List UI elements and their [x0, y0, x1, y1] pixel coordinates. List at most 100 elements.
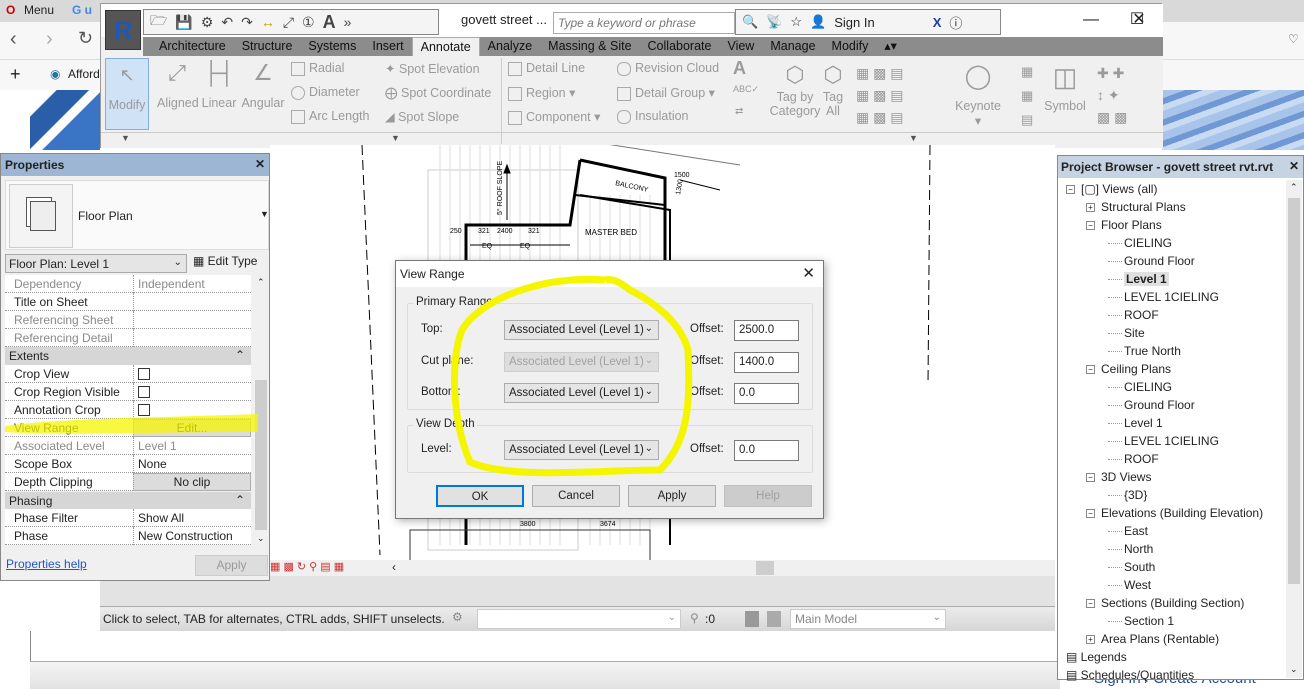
- view-depth-level-select[interactable]: Associated Level (Level 1) ⌄: [504, 440, 659, 460]
- sync-icon[interactable]: ⚙: [201, 14, 214, 31]
- add-icon[interactable]: +: [10, 64, 21, 85]
- tree-item[interactable]: Site: [1108, 326, 1145, 340]
- collapse-icon[interactable]: −: [1086, 365, 1095, 375]
- edit-type-button[interactable]: ▦ Edit Type: [193, 254, 257, 268]
- bottom-offset-input[interactable]: 0.0: [734, 383, 799, 404]
- tree-item[interactable]: − Ceiling Plans: [1086, 362, 1171, 376]
- help-icon[interactable]: ⓘ: [949, 13, 962, 32]
- binoculars-icon[interactable]: 🔍: [742, 14, 758, 30]
- star-icon[interactable]: ☆: [790, 14, 802, 30]
- bookmark-item[interactable]: Afford: [68, 67, 100, 81]
- browser-tab-menu[interactable]: Menu: [24, 3, 54, 17]
- tag-by-category-button[interactable]: ⬡ Tag by Category: [767, 62, 823, 118]
- diameter-button[interactable]: Diameter: [291, 85, 360, 100]
- properties-help-link[interactable]: Properties help: [6, 557, 87, 571]
- tree-item[interactable]: CIELING: [1108, 380, 1172, 394]
- tree-item[interactable]: Level 1: [1108, 416, 1163, 430]
- spelling-icon[interactable]: ABC✓: [733, 84, 759, 95]
- tree-item[interactable]: − Elevations (Building Elevation): [1086, 506, 1263, 520]
- type-selector[interactable]: Floor Plan ▼: [5, 180, 269, 250]
- ribbon-minimize-icon[interactable]: ▴▾: [876, 37, 905, 56]
- tree-item[interactable]: East: [1108, 524, 1148, 538]
- text-icon[interactable]: A: [323, 12, 336, 33]
- apply-button[interactable]: Apply: [628, 485, 716, 507]
- arc-length-button[interactable]: Arc Length: [291, 109, 369, 124]
- tree-item[interactable]: South: [1108, 560, 1155, 574]
- tab-manage[interactable]: Manage: [762, 37, 823, 56]
- tree-item[interactable]: ▤ Legends: [1066, 650, 1127, 664]
- tree-item[interactable]: CIELING: [1108, 236, 1172, 250]
- heart-icon[interactable]: ♡: [1288, 32, 1299, 46]
- open-icon[interactable]: 🗁: [150, 10, 167, 34]
- section-extents[interactable]: Extents ⌃: [5, 347, 251, 365]
- close-icon[interactable]: ✕: [255, 157, 265, 171]
- spot-slope-button[interactable]: ◢ Spot Slope: [385, 109, 459, 124]
- tree-item[interactable]: {3D}: [1108, 488, 1147, 502]
- reload-icon[interactable]: ↻: [78, 28, 93, 49]
- color-fill-icons[interactable]: ▦ ▦ ▤: [1021, 60, 1033, 132]
- filter-icon[interactable]: ⚲: [690, 611, 699, 625]
- tree-item[interactable]: − Floor Plans: [1086, 218, 1162, 232]
- top-offset-input[interactable]: 2500.0: [734, 320, 799, 341]
- radial-button[interactable]: Radial: [291, 61, 344, 76]
- tree-item[interactable]: − Sections (Building Section): [1086, 596, 1244, 610]
- tree-item[interactable]: West: [1108, 578, 1151, 592]
- collapse-icon[interactable]: −: [1086, 473, 1095, 483]
- back-icon[interactable]: ‹: [10, 28, 17, 51]
- tree-item[interactable]: −3D Views: [1086, 470, 1151, 484]
- tab-architecture[interactable]: Architecture: [151, 37, 234, 56]
- tree-item[interactable]: North: [1108, 542, 1153, 556]
- component-button[interactable]: Component ▾: [508, 109, 600, 125]
- tree-item[interactable]: Ground Floor: [1108, 254, 1195, 268]
- aligned-dimension-icon[interactable]: ⤢: [283, 14, 294, 31]
- scroll-left-icon[interactable]: ‹: [392, 560, 396, 574]
- panel-expander-icon[interactable]: ▼: [121, 133, 130, 143]
- sign-in-button[interactable]: Sign In: [834, 15, 874, 30]
- tab-massing-site[interactable]: Massing & Site: [540, 37, 639, 56]
- tree-item[interactable]: True North: [1108, 344, 1181, 358]
- panel-expander-icon[interactable]: ▼: [909, 133, 918, 143]
- region-button[interactable]: Region ▾: [508, 85, 575, 101]
- detail-group-button[interactable]: Detail Group ▾: [617, 85, 715, 101]
- exchange-apps-icon[interactable]: X: [933, 15, 942, 30]
- spot-coordinate-button[interactable]: ⨁ Spot Coordinate: [385, 85, 491, 100]
- aligned-button[interactable]: ⤢ Aligned: [157, 60, 199, 110]
- undo-icon[interactable]: ↶: [221, 14, 233, 31]
- tree-item[interactable]: LEVEL 1CIELING: [1108, 290, 1219, 304]
- linear-button[interactable]: ├┤ Linear: [201, 60, 237, 110]
- find-replace-icon[interactable]: ⇄: [735, 106, 743, 117]
- workset-select[interactable]: ⌄: [477, 609, 681, 629]
- editable-only-icon[interactable]: [745, 611, 759, 627]
- tab-modify[interactable]: Modify: [824, 37, 877, 56]
- tab-annotate[interactable]: Annotate: [411, 37, 480, 56]
- depth-clipping-button[interactable]: No clip: [133, 473, 251, 491]
- tree-item[interactable]: LEVEL 1CIELING: [1108, 434, 1219, 448]
- tab-structure[interactable]: Structure: [234, 37, 301, 56]
- application-menu-button[interactable]: R: [105, 10, 141, 50]
- revision-cloud-button[interactable]: Revision Cloud: [617, 61, 719, 76]
- tag-tools-icons[interactable]: ▦ ▩ ▤ ▦ ▩ ▤ ▦ ▩ ▤: [856, 62, 926, 128]
- tag-all-button[interactable]: ⬡ Tag All: [819, 62, 847, 118]
- tree-item[interactable]: Section 1: [1108, 614, 1174, 628]
- crop-region-visible-checkbox[interactable]: [138, 386, 150, 398]
- google-tab[interactable]: G u: [72, 3, 92, 17]
- view-depth-offset-input[interactable]: 0.0: [734, 440, 799, 461]
- design-option-select[interactable]: Main Model ⌄: [790, 609, 946, 629]
- tree-item[interactable]: + Structural Plans: [1086, 200, 1186, 214]
- expand-icon[interactable]: +: [1086, 635, 1095, 645]
- redo-icon[interactable]: ↷: [241, 14, 253, 31]
- insulation-button[interactable]: Insulation: [617, 109, 689, 124]
- save-icon[interactable]: 💾: [175, 14, 192, 31]
- collapse-icon[interactable]: −: [1086, 509, 1095, 519]
- view-range-edit-button[interactable]: Edit...: [133, 419, 251, 437]
- cancel-button[interactable]: Cancel: [532, 485, 620, 507]
- close-button[interactable]: ✕: [1117, 8, 1161, 34]
- tree-item[interactable]: Level 1: [1108, 272, 1169, 286]
- measure-icon[interactable]: ↔: [261, 14, 275, 30]
- instance-selector[interactable]: Floor Plan: Level 1 ⌄: [5, 254, 187, 273]
- symbol-tools-icons[interactable]: ✚ ✚ ↕ ✦ ▩ ▩: [1097, 62, 1127, 128]
- user-icon[interactable]: 👤: [810, 14, 826, 30]
- tree-item[interactable]: ROOF: [1108, 452, 1159, 466]
- tree-item[interactable]: + Area Plans (Rentable): [1086, 632, 1219, 646]
- scrollbar-thumb[interactable]: [756, 561, 774, 575]
